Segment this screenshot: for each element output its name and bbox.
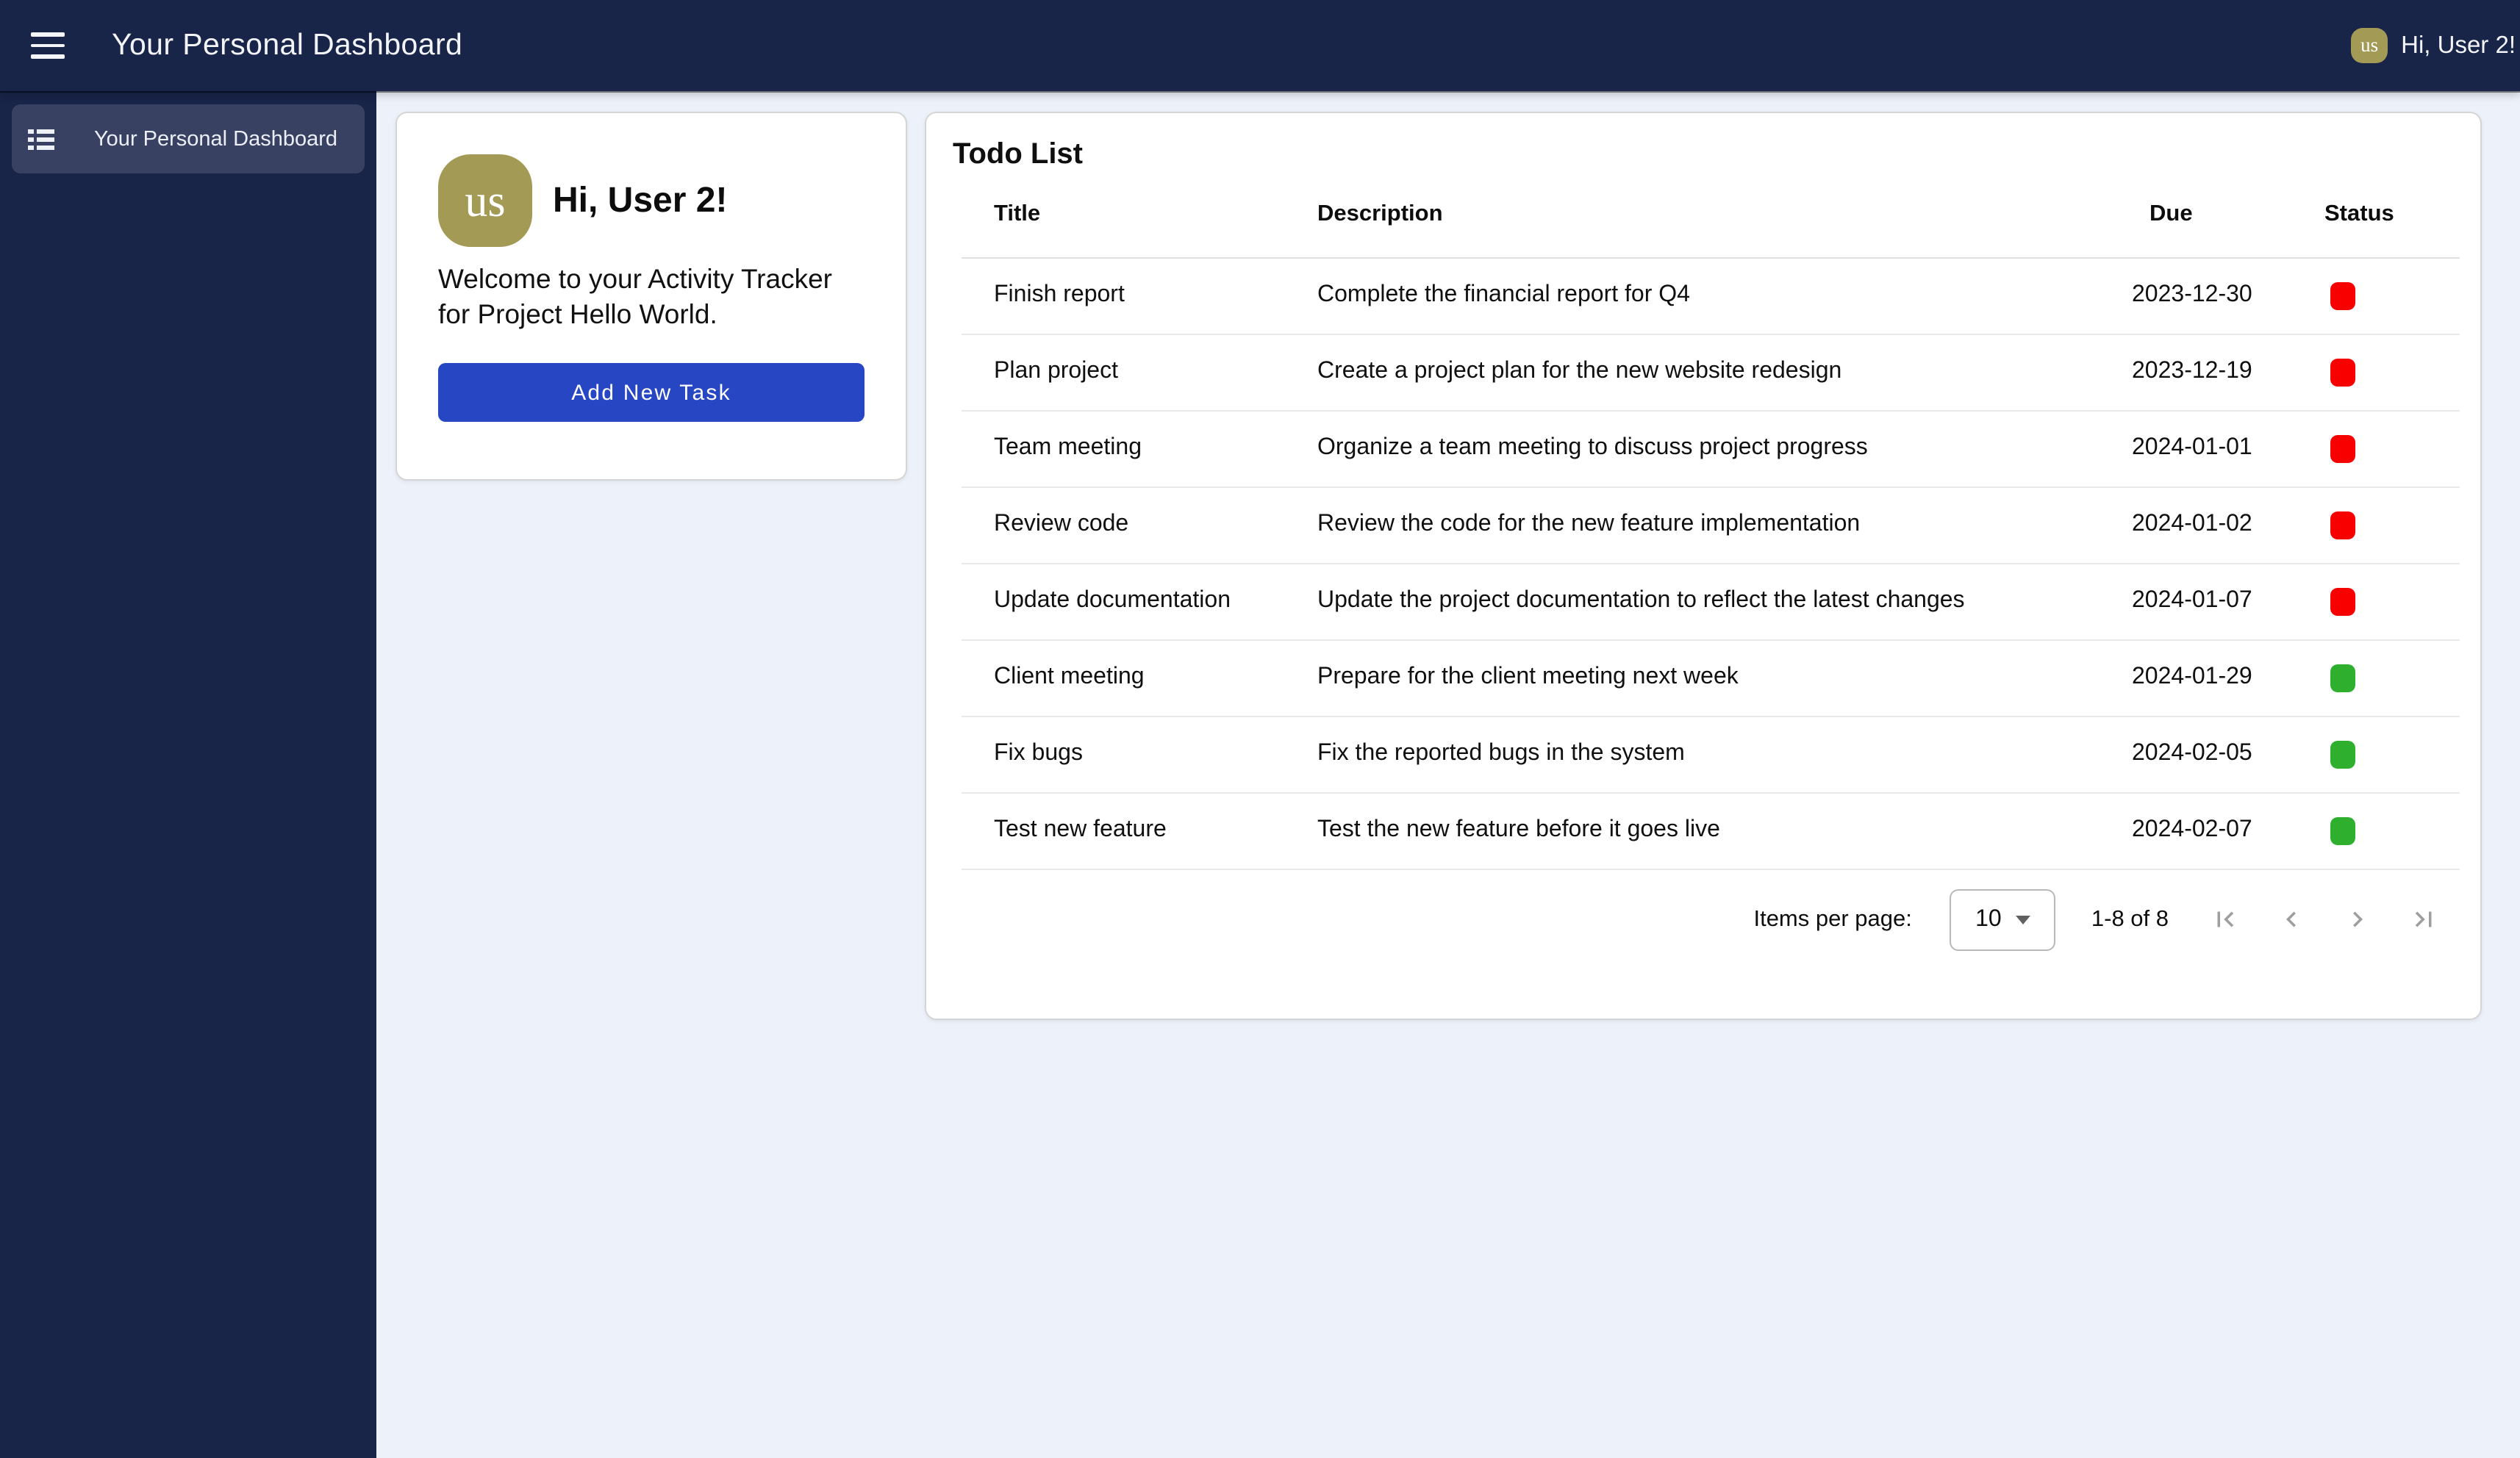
cell-status [2324, 486, 2460, 563]
paginator-nav [2192, 890, 2457, 949]
cell-description: Complete the financial report for Q4 [1317, 257, 2132, 334]
table-row: Team meeting Organize a team meeting to … [962, 410, 2460, 486]
sidebar: Your Personal Dashboard [0, 91, 376, 1458]
add-new-task-button[interactable]: Add New Task [438, 363, 865, 422]
status-chip [2330, 434, 2355, 462]
last-page-icon[interactable] [2391, 890, 2457, 949]
top-navbar: Your Personal Dashboard us Hi, User 2! [0, 0, 2520, 91]
table-header-row: Title Description Due Status [962, 173, 2460, 257]
previous-page-icon[interactable] [2258, 890, 2324, 949]
cell-description: Update the project documentation to refl… [1317, 563, 2132, 639]
cell-due: 2024-01-29 [2132, 639, 2324, 716]
user-avatar-large: us [438, 154, 532, 247]
hamburger-menu-icon[interactable] [31, 22, 78, 69]
todo-table: Title Description Due Status Finish repo… [962, 173, 2460, 869]
status-chip [2330, 358, 2355, 386]
cell-description: Review the code for the new feature impl… [1317, 486, 2132, 563]
status-chip [2330, 511, 2355, 539]
page-title: Your Personal Dashboard [112, 28, 462, 63]
cell-due: 2024-02-07 [2132, 792, 2324, 869]
table-row: Test new feature Test the new feature be… [962, 792, 2460, 869]
next-page-icon[interactable] [2324, 890, 2391, 949]
cell-title: Client meeting [962, 639, 1317, 716]
paginator: Items per page: 10 1-8 of 8 [926, 887, 2457, 952]
welcome-message: Welcome to your Activity Tracker for Pro… [438, 262, 865, 331]
status-chip [2330, 587, 2355, 615]
welcome-header: us Hi, User 2! [438, 154, 865, 247]
todo-list-title: Todo List [926, 113, 2480, 172]
cell-due: 2023-12-30 [2132, 257, 2324, 334]
column-header-due: Due [2132, 173, 2324, 257]
sidebar-item-dashboard[interactable]: Your Personal Dashboard [12, 104, 365, 173]
cell-due: 2024-01-01 [2132, 410, 2324, 486]
cell-title: Finish report [962, 257, 1317, 334]
list-icon [28, 126, 54, 152]
user-greeting: Hi, User 2! [2401, 32, 2516, 60]
user-avatar: us [2351, 28, 2388, 63]
cell-due: 2023-12-19 [2132, 334, 2324, 410]
welcome-card: us Hi, User 2! Welcome to your Activity … [395, 112, 907, 481]
cell-description: Organize a team meeting to discuss proje… [1317, 410, 2132, 486]
cell-title: Plan project [962, 334, 1317, 410]
cell-due: 2024-01-02 [2132, 486, 2324, 563]
cell-status [2324, 792, 2460, 869]
status-chip [2330, 664, 2355, 692]
welcome-greeting: Hi, User 2! [553, 180, 727, 221]
cell-due: 2024-02-05 [2132, 716, 2324, 792]
todo-list-card: Todo List Title Description Due Status F… [925, 112, 2482, 1020]
table-row: Review code Review the code for the new … [962, 486, 2460, 563]
table-row: Finish report Complete the financial rep… [962, 257, 2460, 334]
main-content: us Hi, User 2! Welcome to your Activity … [376, 91, 2520, 1458]
first-page-icon[interactable] [2192, 890, 2258, 949]
sidebar-item-label: Your Personal Dashboard [94, 127, 337, 151]
status-chip [2330, 740, 2355, 768]
table-row: Update documentation Update the project … [962, 563, 2460, 639]
chevron-down-icon [2016, 915, 2031, 924]
column-header-title: Title [962, 173, 1317, 257]
cell-status [2324, 257, 2460, 334]
cell-title: Test new feature [962, 792, 1317, 869]
page-size-select[interactable]: 10 [1950, 888, 2056, 950]
cell-description: Prepare for the client meeting next week [1317, 639, 2132, 716]
cell-description: Fix the reported bugs in the system [1317, 716, 2132, 792]
status-chip [2330, 816, 2355, 844]
table-row: Fix bugs Fix the reported bugs in the sy… [962, 716, 2460, 792]
cell-status [2324, 716, 2460, 792]
cell-title: Fix bugs [962, 716, 1317, 792]
items-per-page-label: Items per page: [1753, 906, 1911, 933]
cell-status [2324, 410, 2460, 486]
table-row: Plan project Create a project plan for t… [962, 334, 2460, 410]
table-row: Client meeting Prepare for the client me… [962, 639, 2460, 716]
cell-status [2324, 563, 2460, 639]
column-header-description: Description [1317, 173, 2132, 257]
cell-status [2324, 639, 2460, 716]
cell-description: Test the new feature before it goes live [1317, 792, 2132, 869]
cell-title: Update documentation [962, 563, 1317, 639]
cell-due: 2024-01-07 [2132, 563, 2324, 639]
app-root: Your Personal Dashboard us Hi, User 2! Y… [0, 0, 2520, 1458]
page-size-value: 10 [1975, 906, 2002, 933]
column-header-status: Status [2324, 173, 2460, 257]
page-range-label: 1-8 of 8 [2091, 906, 2169, 933]
cell-status [2324, 334, 2460, 410]
cell-description: Create a project plan for the new websit… [1317, 334, 2132, 410]
cell-title: Team meeting [962, 410, 1317, 486]
cell-title: Review code [962, 486, 1317, 563]
status-chip [2330, 281, 2355, 309]
